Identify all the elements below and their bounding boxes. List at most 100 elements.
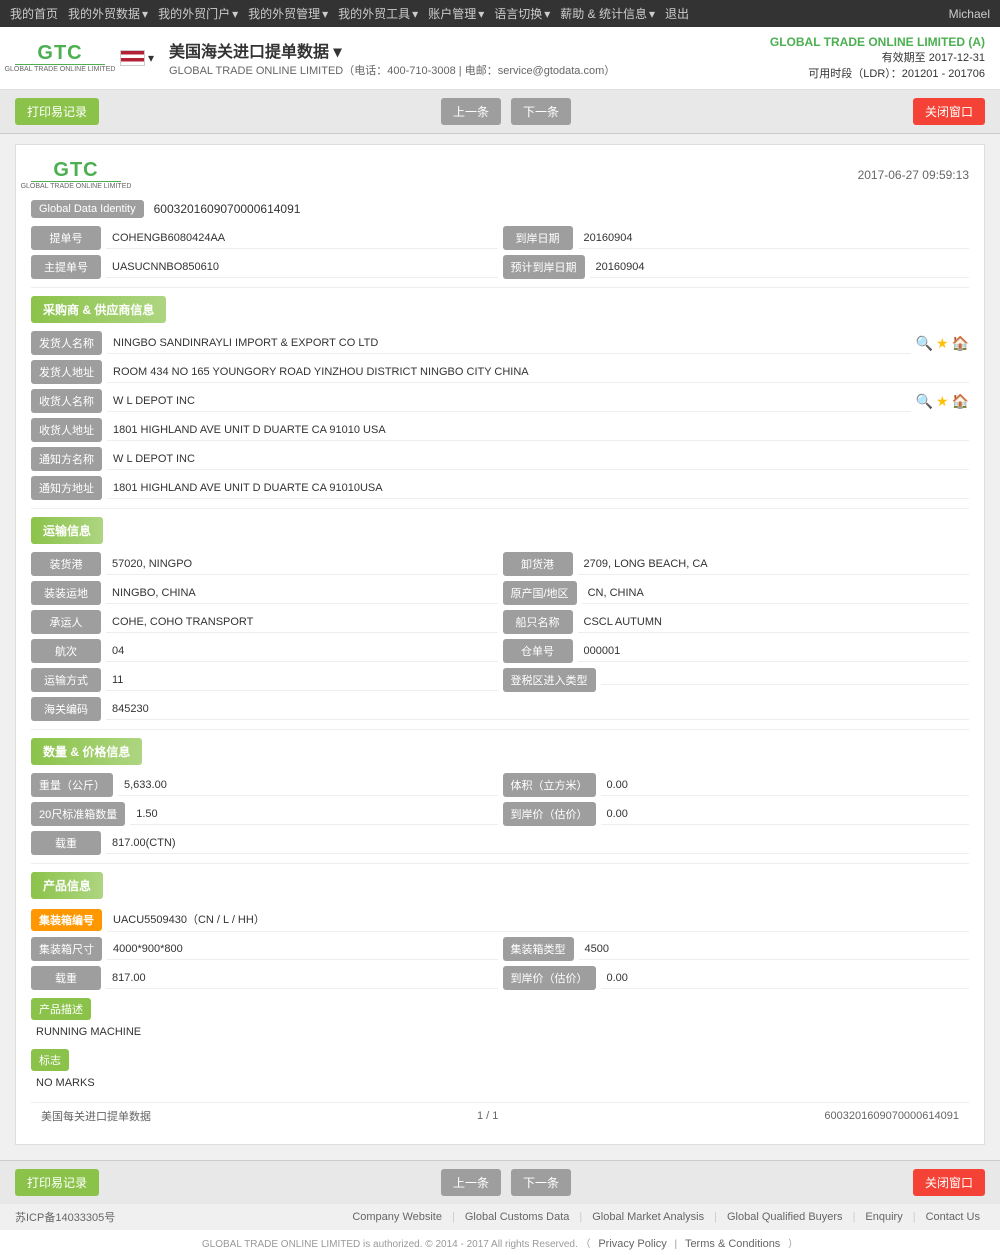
record-id: 60032016090700006​14091 bbox=[824, 1110, 959, 1122]
weight-col: 重量（公斤） 5,633.00 bbox=[31, 773, 498, 797]
weight-volume-row: 重量（公斤） 5,633.00 体积（立方米） 0.00 bbox=[31, 773, 969, 797]
footer-link-customs[interactable]: Global Customs Data bbox=[465, 1211, 570, 1223]
transport-mode-col: 运输方式 11 bbox=[31, 668, 498, 692]
gdi-label: Global Data Identity bbox=[31, 200, 144, 218]
nav-tools[interactable]: 我的外贸工具 ▾ bbox=[338, 5, 418, 22]
expiry-info: 有效期至 2017-12-31 bbox=[770, 49, 985, 65]
top-navigation: 我的首页 我的外贸数据 ▾ 我的外贸门户 ▾ 我的外贸管理 ▾ 我的外贸工具 ▾… bbox=[0, 0, 1000, 27]
qty-label: 载重 bbox=[31, 831, 101, 855]
voyage-warehouse-row: 航次 04 仓单号 000001 bbox=[31, 639, 969, 663]
nav-language[interactable]: 语言切换 ▾ bbox=[494, 5, 550, 22]
next-button-bottom[interactable]: 下一条 bbox=[511, 1169, 571, 1196]
footer-privacy-link[interactable]: Privacy Policy bbox=[598, 1238, 666, 1250]
notify-name-row: 通知方名称 W L DEPOT INC bbox=[31, 447, 969, 471]
footer-link-contact[interactable]: Contact Us bbox=[926, 1211, 980, 1223]
shipper-name-label: 发货人名称 bbox=[31, 331, 102, 355]
nav-logout[interactable]: 退出 bbox=[665, 5, 689, 22]
close-button[interactable]: 关闭窗口 bbox=[913, 98, 985, 125]
print-button[interactable]: 打印易记录 bbox=[15, 98, 99, 125]
transport-mode-label: 运输方式 bbox=[31, 668, 101, 692]
discharge-port-value: 2709, LONG BEACH, CA bbox=[578, 554, 970, 575]
vessel-col: 船只名称 CSCL AUTUMN bbox=[503, 610, 970, 634]
weight-label: 重量（公斤） bbox=[31, 773, 113, 797]
footer-link-market[interactable]: Global Market Analysis bbox=[592, 1211, 704, 1223]
nav-home[interactable]: 我的首页 bbox=[10, 5, 58, 22]
nav-stats[interactable]: 薪助 & 统计信息 ▾ bbox=[560, 5, 655, 22]
loading-place-value: NINGBO, CHINA bbox=[106, 583, 498, 604]
nav-management[interactable]: 我的外贸管理 ▾ bbox=[248, 5, 328, 22]
nav-data[interactable]: 我的外贸数据 ▾ bbox=[68, 5, 148, 22]
footer-link-company[interactable]: Company Website bbox=[352, 1211, 442, 1223]
loading-place-col: 装装运地 NINGBO, CHINA bbox=[31, 581, 498, 605]
quantity-section-label: 数量 & 价格信息 bbox=[31, 738, 142, 765]
loading-place-label: 装装运地 bbox=[31, 581, 101, 605]
product-desc-value: RUNNING MACHINE bbox=[31, 1023, 969, 1041]
consignee-icons: 🔍 ★ 🏠 bbox=[916, 393, 969, 410]
product-price-label: 到岸价（估价） bbox=[503, 966, 596, 990]
footer-terms-link[interactable]: Terms & Conditions bbox=[685, 1238, 780, 1250]
voyage-col: 航次 04 bbox=[31, 639, 498, 663]
shipper-name-value: NINGBO SANDINRAYLI IMPORT & EXPORT CO LT… bbox=[107, 333, 911, 354]
marks-row: 标志 NO MARKS bbox=[31, 1046, 969, 1092]
consignee-search-icon[interactable]: 🔍 bbox=[916, 393, 933, 410]
carrier-value: COHE, COHO TRANSPORT bbox=[106, 612, 498, 633]
card-logo: GTC GLOBAL TRADE ONLINE LIMITED bbox=[31, 160, 121, 190]
next-button[interactable]: 下一条 bbox=[511, 98, 571, 125]
flag-dropdown-icon: ▾ bbox=[148, 51, 154, 65]
voyage-label: 航次 bbox=[31, 639, 101, 663]
prev-button[interactable]: 上一条 bbox=[441, 98, 501, 125]
arrival-price-label: 到岸价（估价） bbox=[503, 802, 596, 826]
prev-button-bottom[interactable]: 上一条 bbox=[441, 1169, 501, 1196]
consignee-home-icon[interactable]: 🏠 bbox=[952, 393, 969, 410]
container20-label: 20尺标准箱数量 bbox=[31, 802, 125, 826]
shipper-star-icon[interactable]: ★ bbox=[936, 335, 949, 352]
shipper-home-icon[interactable]: 🏠 bbox=[952, 335, 969, 352]
nav-account[interactable]: 账户管理 ▾ bbox=[428, 5, 484, 22]
customs-code-row: 海关编码 845230 bbox=[31, 697, 969, 721]
ftz-label: 登税区进入类型 bbox=[503, 668, 596, 692]
product-desc-row: 产品描述 RUNNING MACHINE bbox=[31, 995, 969, 1041]
notify-name-value: W L DEPOT INC bbox=[107, 449, 969, 470]
loading-port-label: 装货港 bbox=[31, 552, 101, 576]
nav-portal[interactable]: 我的外贸门户 ▾ bbox=[158, 5, 238, 22]
warehouse-col: 仓单号 000001 bbox=[503, 639, 970, 663]
consignee-addr-row: 收货人地址 1801 HIGHLAND AVE UNIT D DUARTE CA… bbox=[31, 418, 969, 442]
vessel-name-value: CSCL AUTUMN bbox=[578, 612, 970, 633]
arrival-price-col: 到岸价（估价） 0.00 bbox=[503, 802, 970, 826]
print-button-bottom[interactable]: 打印易记录 bbox=[15, 1169, 99, 1196]
consignee-name-value: W L DEPOT INC bbox=[107, 391, 911, 412]
container20-value: 1.50 bbox=[130, 804, 497, 825]
header-bar: GTC GLOBAL TRADE ONLINE LIMITED ▾ 美国海关进口… bbox=[0, 27, 1000, 90]
ftz-col: 登税区进入类型 bbox=[503, 668, 970, 692]
consignee-star-icon[interactable]: ★ bbox=[936, 393, 949, 410]
notify-addr-label: 通知方地址 bbox=[31, 476, 102, 500]
consignee-addr-label: 收货人地址 bbox=[31, 418, 102, 442]
discharge-port-col: 卸货港 2709, LONG BEACH, CA bbox=[503, 552, 970, 576]
footer-icp-row: 苏ICP备14033305号 Company Website | Global … bbox=[0, 1204, 1000, 1230]
gtc-logo: GTC GLOBAL TRADE ONLINE LIMITED bbox=[15, 43, 105, 73]
logo-gtc-text: GTC bbox=[37, 43, 82, 63]
main-content: GTC GLOBAL TRADE ONLINE LIMITED 2017-06-… bbox=[0, 134, 1000, 1160]
master-bill-col: 主提单号 UASUCNNBO850610 bbox=[31, 255, 498, 279]
volume-col: 体积（立方米） 0.00 bbox=[503, 773, 970, 797]
shipper-addr-label: 发货人地址 bbox=[31, 360, 102, 384]
volume-value: 0.00 bbox=[601, 775, 970, 796]
footer-link-enquiry[interactable]: Enquiry bbox=[865, 1211, 902, 1223]
shipper-name-row: 发货人名称 NINGBO SANDINRAYLI IMPORT & EXPORT… bbox=[31, 331, 969, 355]
container-no-value: UACU5509430（CN / L / HH） bbox=[107, 907, 969, 932]
shipper-search-icon[interactable]: 🔍 bbox=[916, 335, 933, 352]
shipper-addr-row: 发货人地址 ROOM 434 NO 165 YOUNGORY ROAD YINZ… bbox=[31, 360, 969, 384]
flag-selector[interactable]: ▾ bbox=[120, 50, 154, 66]
volume-label: 体积（立方米） bbox=[503, 773, 596, 797]
notify-name-label: 通知方名称 bbox=[31, 447, 102, 471]
bill-arrival-row: 提单号 COHENGB6080424AA 到岸日期 20160904 bbox=[31, 226, 969, 250]
page-title: 美国海关进口提单数据 ▾ bbox=[169, 38, 615, 62]
product-price-value: 0.00 bbox=[601, 968, 970, 989]
transport-mode-value: 11 bbox=[106, 670, 498, 691]
product-qty-price-row: 载重 817.00 到岸价（估价） 0.00 bbox=[31, 966, 969, 990]
product-price-col: 到岸价（估价） 0.00 bbox=[503, 966, 970, 990]
marks-label: 标志 bbox=[31, 1049, 69, 1071]
close-button-bottom[interactable]: 关闭窗口 bbox=[913, 1169, 985, 1196]
company-name: GLOBAL TRADE ONLINE LIMITED (A) bbox=[770, 35, 985, 49]
footer-link-buyers[interactable]: Global Qualified Buyers bbox=[727, 1211, 843, 1223]
